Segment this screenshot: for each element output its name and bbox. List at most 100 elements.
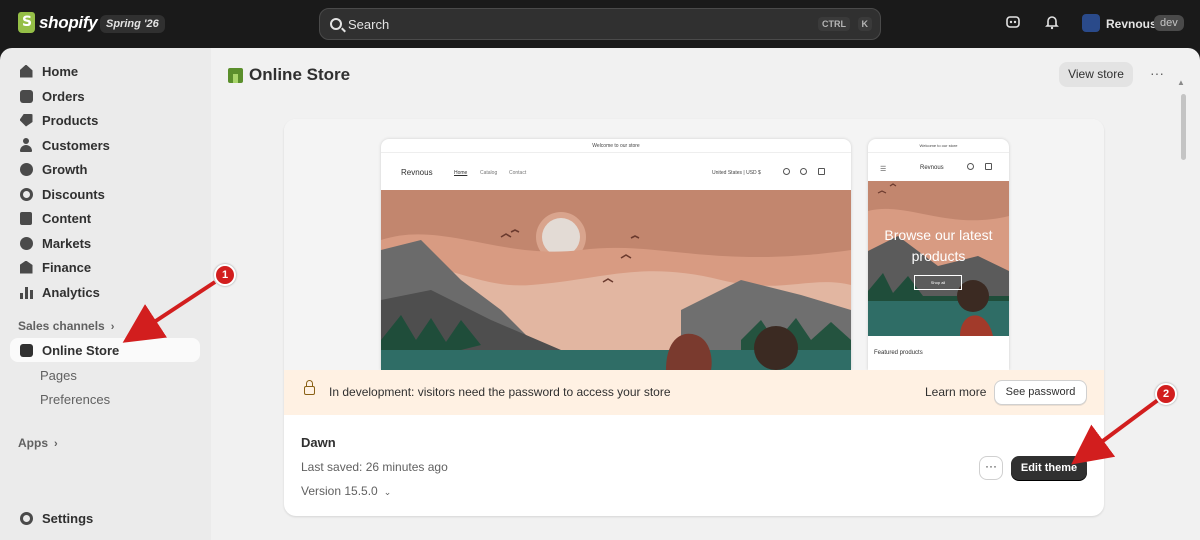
lock-icon bbox=[304, 380, 315, 395]
preview-nav-home: Home bbox=[454, 170, 468, 176]
hamburger-menu-icon: ☰ bbox=[880, 166, 887, 173]
sidebar-item-label: Customers bbox=[42, 137, 110, 153]
sidebar-item-label: Discounts bbox=[42, 186, 105, 202]
theme-actions-button[interactable]: ··· bbox=[979, 456, 1003, 480]
sidebar-item-label: Products bbox=[42, 112, 99, 128]
sidebar-item-online-store[interactable]: Online Store bbox=[10, 338, 200, 362]
desktop-preview: Welcome to our store Revnous Home Catalo… bbox=[381, 139, 851, 370]
theme-card: Welcome to our store Revnous Home Catalo… bbox=[284, 119, 1104, 516]
chevron-right-icon: › bbox=[54, 438, 58, 450]
edition-badge: Spring '26 bbox=[100, 15, 165, 33]
hero-headline: Browse our latest products bbox=[884, 227, 993, 264]
sidebar-item-content[interactable]: Content bbox=[10, 206, 200, 230]
bank-icon bbox=[18, 259, 34, 275]
scrollbar-thumb[interactable] bbox=[1181, 94, 1186, 160]
step-badge-2: 2 bbox=[1155, 383, 1177, 405]
sidebar-subitem-preferences[interactable]: Preferences bbox=[40, 392, 110, 407]
search-icon bbox=[783, 168, 790, 175]
view-store-button[interactable]: View store bbox=[1059, 62, 1133, 87]
sidebar-item-analytics[interactable]: Analytics bbox=[10, 280, 200, 304]
chevron-down-icon: ⌄ bbox=[383, 487, 392, 497]
store-brand: Revnous bbox=[920, 165, 944, 171]
sidebar-item-label: Settings bbox=[42, 510, 94, 526]
shop-all-button: Shop all bbox=[914, 275, 962, 290]
announcement-bar: Welcome to our store bbox=[868, 139, 1009, 153]
more-actions-button[interactable]: ··· bbox=[1147, 62, 1167, 87]
see-password-button[interactable]: See password bbox=[994, 380, 1087, 405]
store-brand: Revnous bbox=[401, 168, 433, 177]
preview-nav-catalog: Catalog bbox=[480, 170, 498, 176]
sidebar-item-label: Content bbox=[42, 210, 92, 226]
edit-theme-button[interactable]: Edit theme bbox=[1011, 456, 1087, 480]
sidebar-item-orders[interactable]: Orders bbox=[10, 84, 200, 108]
last-saved-text: Last saved: 26 minutes ago bbox=[301, 460, 448, 474]
sidebar-item-home[interactable]: Home bbox=[10, 59, 200, 83]
featured-products-heading: Featured products bbox=[874, 350, 923, 356]
sidebar-item-label: Orders bbox=[42, 88, 85, 104]
apps-label: Apps bbox=[18, 436, 48, 450]
sidekick-icon[interactable] bbox=[1003, 14, 1023, 34]
page-title: Online Store bbox=[228, 65, 350, 85]
globe-icon bbox=[18, 235, 34, 251]
content-icon bbox=[18, 210, 34, 226]
dev-badge: dev bbox=[1154, 15, 1184, 31]
sidebar-item-label: Markets bbox=[42, 235, 92, 251]
cart-icon bbox=[985, 163, 992, 170]
home-icon bbox=[18, 63, 34, 79]
sidebar-item-products[interactable]: Products bbox=[10, 108, 200, 132]
theme-preview[interactable]: Welcome to our store Revnous Home Catalo… bbox=[284, 119, 1104, 370]
bell-icon[interactable] bbox=[1042, 14, 1062, 34]
banner-text: In development: visitors need the passwo… bbox=[329, 385, 671, 399]
sidebar-item-discounts[interactable]: Discounts bbox=[10, 182, 200, 206]
search-icon bbox=[967, 163, 974, 170]
sidebar-item-customers[interactable]: Customers bbox=[10, 133, 200, 157]
cart-icon bbox=[818, 168, 825, 175]
sales-channels-heading[interactable]: Sales channels › bbox=[18, 319, 114, 333]
sidebar-subitem-pages[interactable]: Pages bbox=[40, 368, 77, 383]
sidebar-item-label: Online Store bbox=[42, 342, 120, 358]
preview-nav-contact: Contact bbox=[509, 170, 527, 176]
avatar[interactable] bbox=[1082, 14, 1100, 32]
page-title-text: Online Store bbox=[249, 65, 351, 84]
bar-chart-icon bbox=[18, 284, 34, 300]
sidebar-item-label: Finance bbox=[42, 259, 92, 275]
person-icon bbox=[18, 137, 34, 153]
version-label: Version 15.5.0 bbox=[301, 484, 378, 498]
orders-icon bbox=[18, 88, 34, 104]
sidebar: Home Orders Products Customers Growth Di… bbox=[0, 48, 211, 540]
sales-channels-label: Sales channels bbox=[18, 319, 105, 333]
search-input[interactable]: Search CTRL K bbox=[319, 8, 881, 40]
sidebar-item-settings[interactable]: Settings bbox=[10, 506, 200, 530]
chevron-right-icon: › bbox=[110, 321, 115, 333]
top-bar: shopify Spring '26 Search CTRL K Revnous… bbox=[0, 0, 1200, 48]
apps-heading[interactable]: Apps › bbox=[18, 436, 58, 450]
search-icon bbox=[330, 18, 342, 30]
sidebar-item-label: Analytics bbox=[42, 284, 100, 300]
logo-text: shopify bbox=[39, 12, 98, 32]
theme-name: Dawn bbox=[301, 435, 336, 450]
search-placeholder: Search bbox=[348, 17, 390, 32]
learn-more-link[interactable]: Learn more bbox=[925, 385, 986, 399]
sidebar-item-finance[interactable]: Finance bbox=[10, 255, 200, 279]
growth-icon bbox=[18, 161, 34, 177]
gear-icon bbox=[18, 510, 34, 526]
shopify-logo[interactable]: shopify bbox=[18, 12, 98, 33]
currency-selector: United States | USD $ bbox=[712, 170, 761, 176]
tag-icon bbox=[18, 112, 34, 128]
scroll-up-arrow-icon[interactable]: ▲ bbox=[1177, 78, 1185, 87]
main-content: Online Store View store ··· ▲ Welcome to… bbox=[211, 48, 1200, 540]
discount-icon bbox=[18, 186, 34, 202]
shopify-bag-icon bbox=[18, 12, 35, 33]
mobile-preview: Welcome to our store ☰ Revnous Browse ou… bbox=[868, 139, 1009, 370]
announcement-bar: Welcome to our store bbox=[381, 139, 851, 153]
version-dropdown[interactable]: Version 15.5.0 ⌄ bbox=[301, 484, 391, 498]
sidebar-item-markets[interactable]: Markets bbox=[10, 231, 200, 255]
sidebar-item-label: Home bbox=[42, 63, 79, 79]
shortcut-k-key: K bbox=[857, 17, 872, 31]
store-icon bbox=[18, 342, 34, 358]
sidebar-item-growth[interactable]: Growth bbox=[10, 157, 200, 181]
user-name[interactable]: Revnous bbox=[1106, 17, 1157, 31]
store-icon bbox=[228, 67, 243, 83]
sidebar-item-label: Growth bbox=[42, 161, 88, 177]
shortcut-ctrl-key: CTRL bbox=[818, 17, 850, 31]
